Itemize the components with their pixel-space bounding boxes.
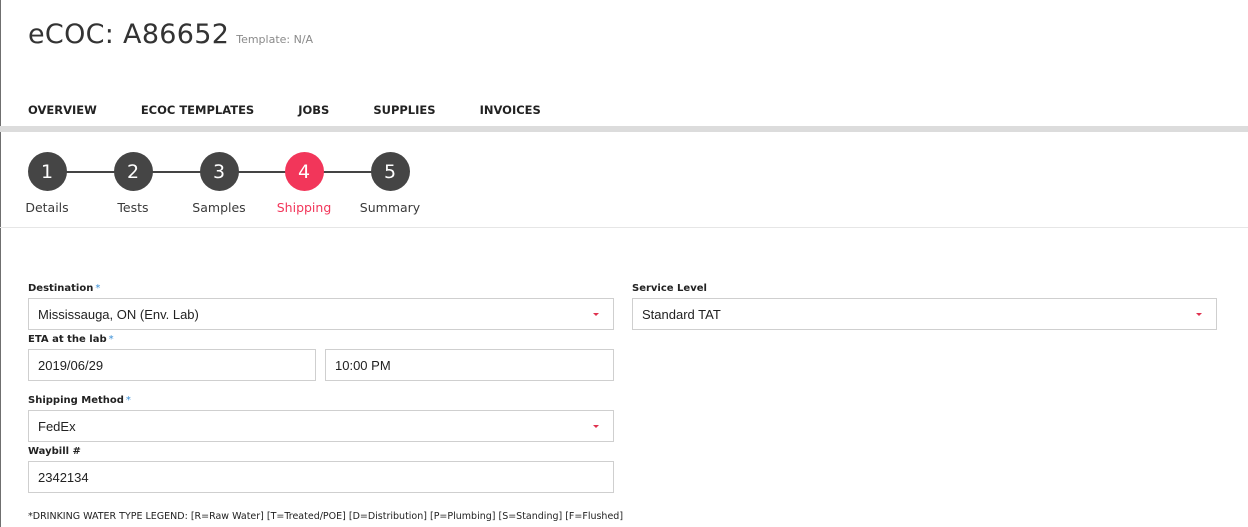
waybill-label-text: Waybill # bbox=[28, 446, 81, 457]
step-circle: 3 bbox=[199, 152, 239, 191]
step-tests[interactable]: 2 Tests bbox=[88, 152, 178, 215]
service-level-label: Service Level bbox=[632, 283, 707, 294]
shipping-method-label-text: Shipping Method bbox=[28, 395, 124, 406]
required-marker: * bbox=[95, 283, 101, 294]
window-left-border bbox=[0, 0, 1, 527]
drinking-water-legend: *DRINKING WATER TYPE LEGEND: [R=Raw Wate… bbox=[28, 511, 624, 522]
progress-stepper: 1 Details 2 Tests 3 Samples 4 Shipping 5… bbox=[0, 152, 460, 222]
chevron-down-icon bbox=[593, 425, 599, 428]
page-header: eCOC: A86652 Template: N/A bbox=[28, 19, 313, 50]
waybill-input[interactable]: 2342134 bbox=[28, 461, 614, 493]
shipping-method-select[interactable]: FedEx bbox=[28, 410, 614, 442]
nav-supplies[interactable]: SUPPLIES bbox=[373, 103, 435, 117]
main-nav: OVERVIEW ECOC TEMPLATES JOBS SUPPLIES IN… bbox=[28, 103, 585, 117]
shipping-method-value: FedEx bbox=[38, 418, 76, 434]
nav-overview[interactable]: OVERVIEW bbox=[28, 103, 97, 117]
eta-date-value: 2019/06/29 bbox=[38, 357, 104, 373]
step-details[interactable]: 1 Details bbox=[2, 152, 92, 215]
step-samples[interactable]: 3 Samples bbox=[174, 152, 264, 215]
step-label: Tests bbox=[117, 200, 149, 215]
step-circle: 5 bbox=[370, 152, 410, 191]
eta-date-input[interactable]: 2019/06/29 bbox=[28, 349, 316, 381]
nav-ecoc-templates[interactable]: ECOC TEMPLATES bbox=[141, 103, 254, 117]
step-label: Summary bbox=[359, 200, 421, 215]
step-summary[interactable]: 5 Summary bbox=[345, 152, 435, 215]
step-shipping[interactable]: 4 Shipping bbox=[259, 152, 349, 215]
template-label: Template: N/A bbox=[236, 33, 314, 46]
step-label: Details bbox=[25, 200, 69, 215]
service-level-label-text: Service Level bbox=[632, 283, 707, 294]
service-level-value: Standard TAT bbox=[642, 306, 721, 322]
destination-value: Mississauga, ON (Env. Lab) bbox=[38, 306, 199, 322]
chevron-down-icon bbox=[1196, 313, 1202, 316]
step-circle: 4 bbox=[284, 152, 324, 191]
shipping-method-label: Shipping Method * bbox=[28, 395, 131, 406]
step-circle: 1 bbox=[27, 152, 67, 191]
eta-time-input[interactable]: 10:00 PM bbox=[325, 349, 614, 381]
eta-label: ETA at the lab * bbox=[28, 334, 114, 345]
waybill-value: 2342134 bbox=[38, 469, 89, 485]
step-label: Shipping bbox=[276, 200, 332, 215]
eta-label-text: ETA at the lab bbox=[28, 334, 107, 345]
section-divider bbox=[0, 227, 1248, 228]
destination-label: Destination * bbox=[28, 283, 100, 294]
service-level-select[interactable]: Standard TAT bbox=[632, 298, 1217, 330]
nav-underline-bar bbox=[0, 126, 1248, 132]
required-marker: * bbox=[125, 395, 131, 406]
step-label: Samples bbox=[192, 200, 246, 215]
chevron-down-icon bbox=[593, 313, 599, 316]
step-circle: 2 bbox=[113, 152, 153, 191]
waybill-label: Waybill # bbox=[28, 446, 81, 457]
nav-invoices[interactable]: INVOICES bbox=[480, 103, 541, 117]
nav-jobs[interactable]: JOBS bbox=[298, 103, 329, 117]
destination-label-text: Destination bbox=[28, 283, 94, 294]
destination-select[interactable]: Mississauga, ON (Env. Lab) bbox=[28, 298, 614, 330]
required-marker: * bbox=[108, 334, 114, 345]
eta-time-value: 10:00 PM bbox=[335, 357, 391, 373]
page-title: eCOC: A86652 bbox=[28, 19, 230, 50]
